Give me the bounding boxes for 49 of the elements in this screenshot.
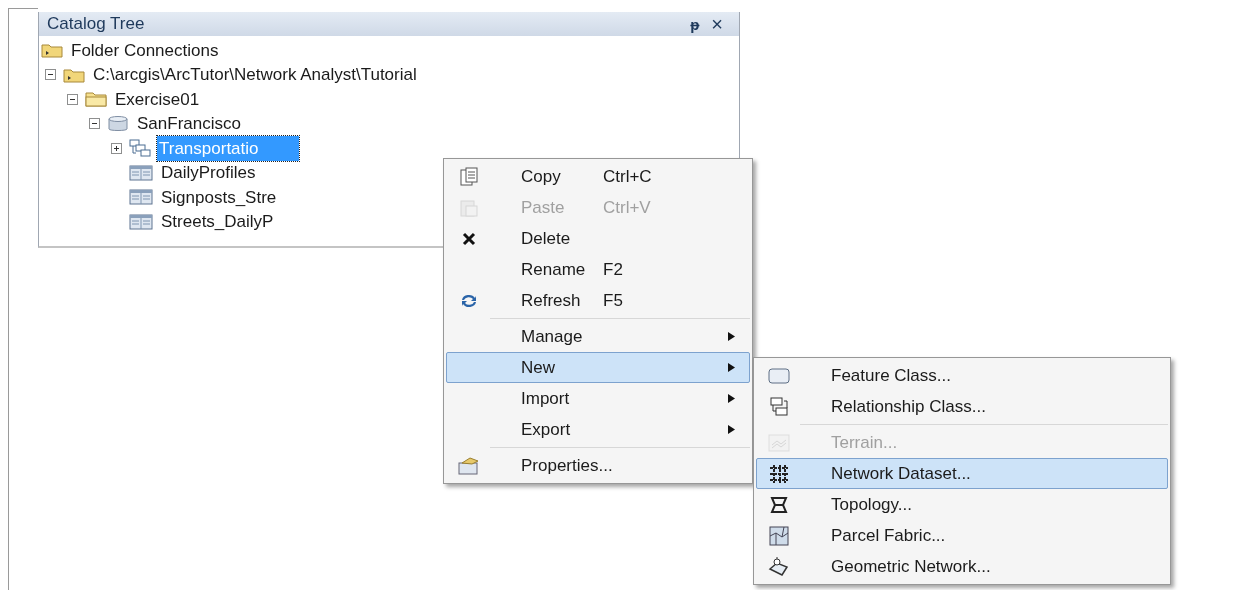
pin-button[interactable]: ᵽ	[690, 16, 700, 32]
expander-icon[interactable]	[111, 142, 122, 154]
menu-item[interactable]: Relationship Class...	[756, 391, 1168, 422]
menu-item[interactable]: Geometric Network...	[756, 551, 1168, 582]
menu-item[interactable]: New	[446, 352, 750, 383]
tree-item[interactable]: Signposts_Stre	[159, 184, 279, 210]
database-icon	[107, 114, 129, 133]
copy-icon	[460, 166, 478, 187]
menu-item[interactable]: Feature Class...	[756, 360, 1168, 391]
expander-icon[interactable]	[89, 118, 100, 130]
close-button[interactable]: ×	[711, 14, 723, 34]
menu-item[interactable]: Manage	[446, 321, 750, 352]
tree-item[interactable]: Folder Connections	[69, 37, 221, 63]
menu-item[interactable]: Properties...	[446, 450, 750, 481]
table-icon	[129, 213, 153, 230]
table-icon	[129, 164, 153, 181]
tree-item[interactable]: C:\arcgis\ArcTutor\Network Analyst\Tutorial	[91, 62, 419, 88]
panel-title: Catalog Tree	[47, 13, 145, 36]
menu-item[interactable]: Import	[446, 383, 750, 414]
menu-item[interactable]: Copy Ctrl+C	[446, 161, 750, 192]
menu-item[interactable]: Network Dataset...	[756, 458, 1168, 489]
folder-icon	[63, 66, 85, 83]
grid-network-icon	[769, 463, 789, 484]
topology-icon	[769, 494, 789, 515]
terrain-icon	[768, 433, 790, 452]
menu-item[interactable]: Refresh F5	[446, 285, 750, 316]
delete-icon	[462, 231, 476, 246]
menu-item[interactable]: Delete	[446, 223, 750, 254]
tree-item[interactable]: Exercise01	[113, 86, 202, 112]
table-icon	[129, 189, 153, 206]
menu-item[interactable]: Topology...	[756, 489, 1168, 520]
rectangle-icon	[768, 367, 790, 384]
linked-boxes-icon	[769, 396, 789, 417]
folder-icon	[41, 42, 63, 59]
menu-item[interactable]: Parcel Fabric...	[756, 520, 1168, 551]
tree-item[interactable]: SanFrancisco	[135, 111, 243, 137]
parcel-icon	[769, 525, 789, 546]
geometric-network-icon	[768, 556, 790, 577]
expander-icon[interactable]	[45, 69, 56, 81]
tree-item[interactable]: DailyProfiles	[159, 160, 258, 186]
menu-item[interactable]: Export	[446, 414, 750, 445]
folder-icon	[85, 91, 107, 108]
dataset-icon	[129, 139, 151, 158]
menu-item[interactable]: Rename F2	[446, 254, 750, 285]
refresh-icon	[460, 292, 478, 309]
clipboard-icon	[460, 197, 478, 218]
expander-icon[interactable]	[67, 93, 78, 105]
tree-item[interactable]: Streets_DailyP	[159, 209, 276, 235]
properties-icon	[458, 456, 480, 475]
